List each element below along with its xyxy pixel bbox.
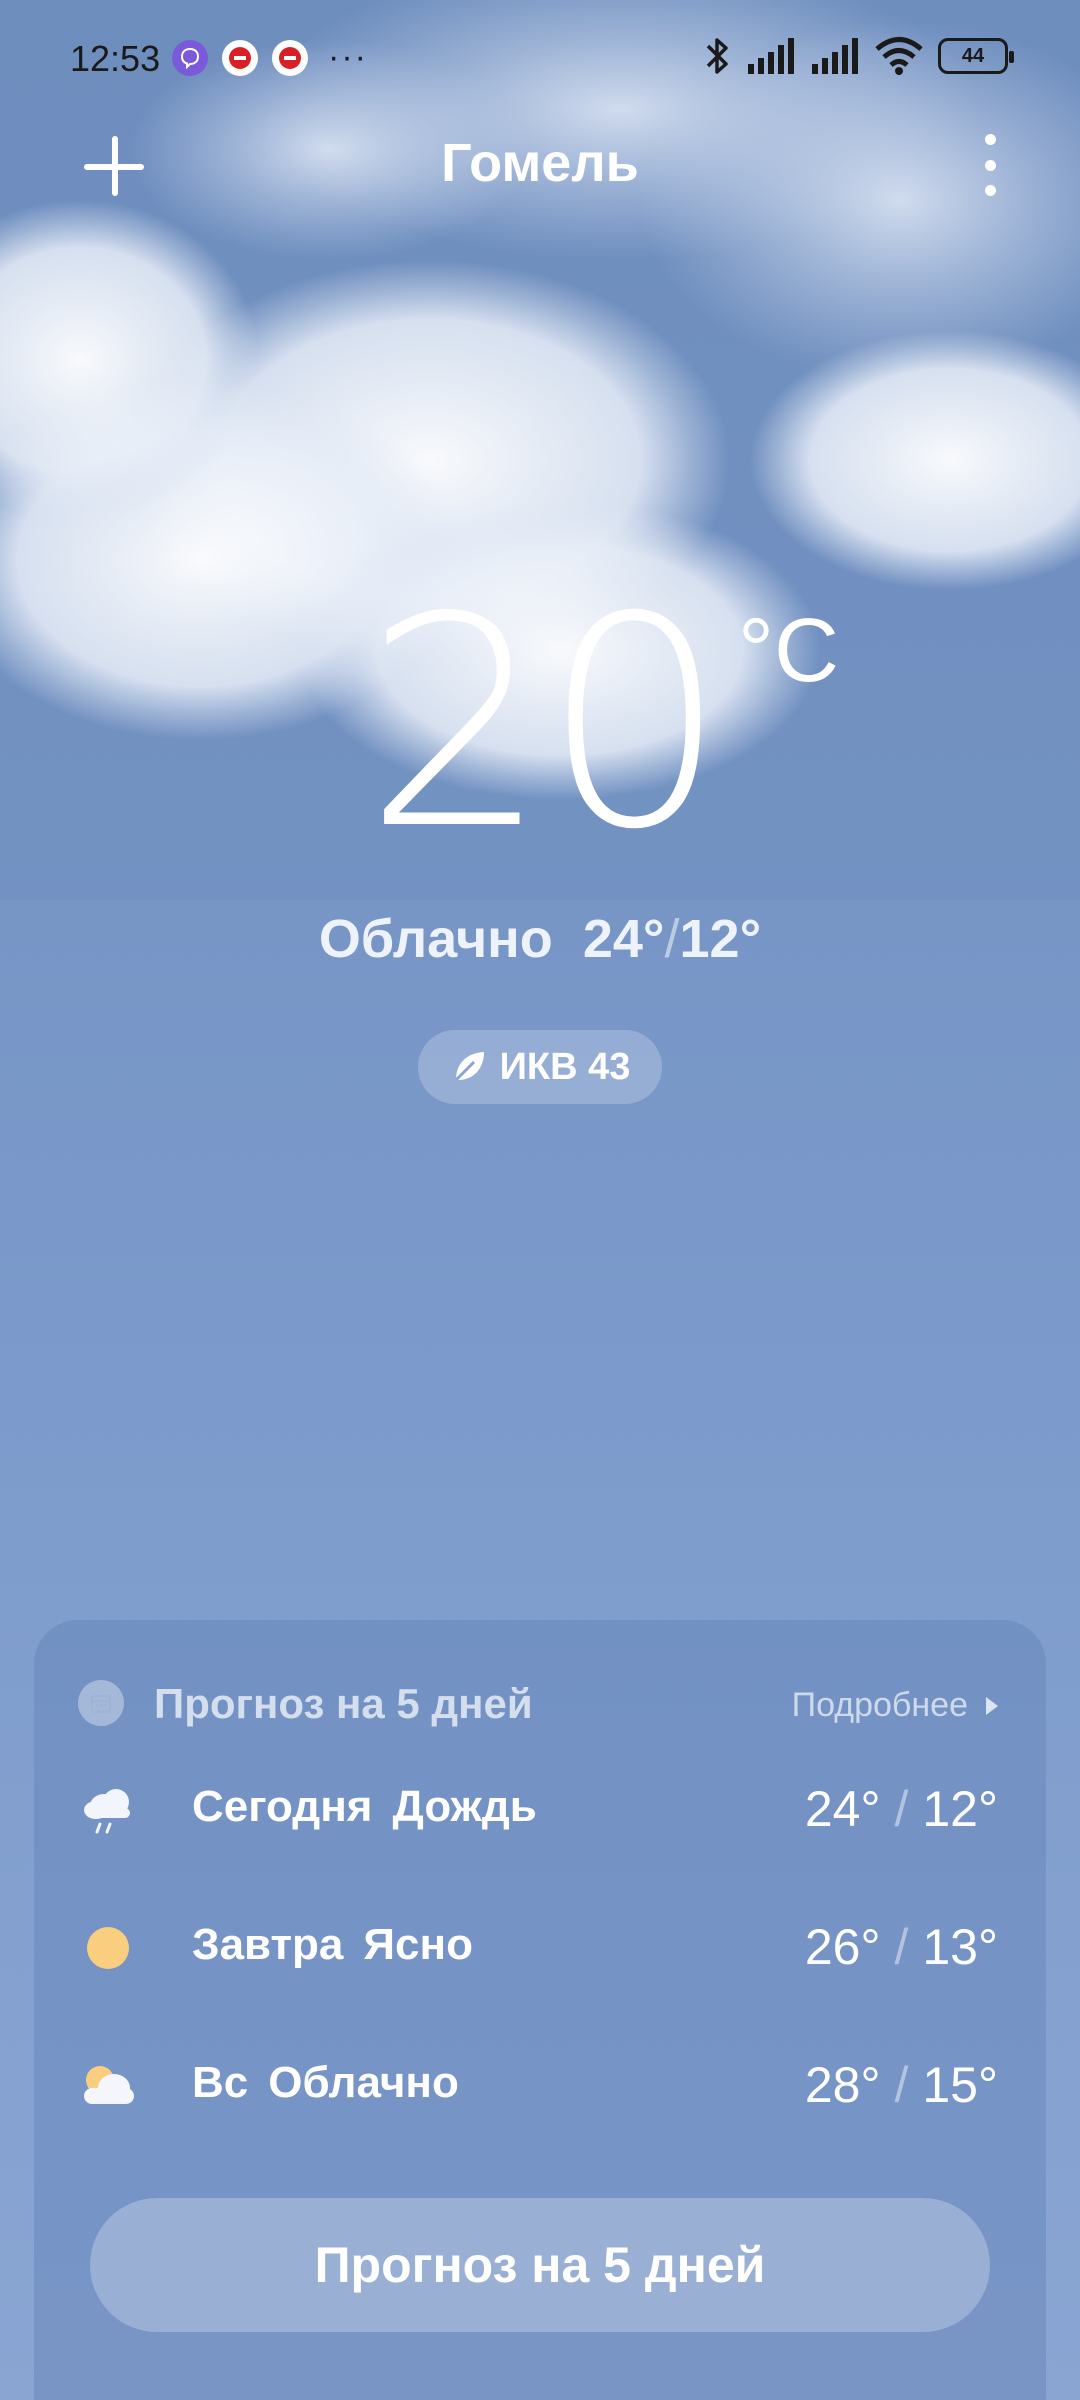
battery-icon: 44 bbox=[938, 38, 1014, 74]
forecast-row[interactable]: Завтра Ясно 26°/13° bbox=[78, 1908, 998, 1988]
aqi-label: ИКВ 43 bbox=[499, 1045, 631, 1088]
forecast-card: Прогноз на 5 дней Подробнее Сегодня Дождь… bbox=[34, 1620, 1046, 2400]
forecast-day-label: Сегодня Дождь bbox=[192, 1782, 537, 1831]
system-icons: 44 bbox=[702, 34, 1014, 78]
condition-text: Облачно bbox=[318, 909, 553, 969]
viber-icon bbox=[172, 39, 208, 76]
forecast-temps: 26°/13° bbox=[804, 1919, 998, 1975]
more-options-button[interactable] bbox=[960, 126, 1020, 204]
forecast-title: Прогноз на 5 дней bbox=[154, 1680, 533, 1727]
sun-icon bbox=[87, 1927, 129, 1969]
status-time: 12:53 bbox=[70, 38, 161, 79]
more-label: Подробнее bbox=[791, 1686, 968, 1724]
forecast-temps: 28°/15° bbox=[804, 2057, 998, 2113]
forecast-temps: 24°/12° bbox=[804, 1781, 998, 1837]
more-notifications-icon: ··· bbox=[328, 38, 368, 76]
rain-icon bbox=[84, 1789, 130, 1834]
separator: / bbox=[664, 909, 680, 969]
leaf-icon bbox=[454, 1052, 484, 1082]
chevron-right-icon bbox=[986, 1696, 998, 1715]
temperature-value: 20 bbox=[364, 556, 727, 893]
signal-icon bbox=[748, 38, 794, 74]
calendar-icon bbox=[78, 1680, 124, 1726]
forecast-row[interactable]: Вс Облачно 28°/15° bbox=[78, 2046, 998, 2126]
top-bar: Гомель bbox=[0, 120, 1080, 210]
dnd-notification-icon bbox=[222, 39, 258, 76]
current-condition: Облачно 24°/12° bbox=[0, 908, 1080, 970]
partly-cloudy-icon bbox=[84, 2066, 134, 2104]
forecast-day-label: Завтра Ясно bbox=[192, 1920, 473, 1969]
temperature-unit: °C bbox=[738, 601, 839, 701]
five-day-forecast-button[interactable]: Прогноз на 5 дней bbox=[90, 2198, 990, 2332]
notification-icons: ··· bbox=[172, 38, 368, 77]
bluetooth-icon bbox=[706, 38, 728, 74]
forecast-more-link[interactable]: Подробнее bbox=[792, 1686, 998, 1725]
city-title: Гомель bbox=[441, 133, 639, 193]
status-bar: 12:53 ··· 44 bbox=[0, 0, 1080, 120]
forecast-header: Прогноз на 5 дней Подробнее bbox=[78, 1672, 998, 1732]
aqi-badge[interactable]: ИКВ 43 bbox=[418, 1030, 662, 1104]
dnd-notification-icon-2 bbox=[272, 39, 308, 76]
forecast-day-label: Вс Облачно bbox=[192, 2058, 459, 2107]
signal-icon-2 bbox=[812, 38, 858, 74]
low-temp: 12° bbox=[679, 909, 762, 969]
high-temp: 24° bbox=[582, 909, 665, 969]
current-temperature: 20 °C bbox=[0, 580, 1080, 880]
forecast-row[interactable]: Сегодня Дождь 24°/12° bbox=[78, 1770, 998, 1850]
wifi-icon bbox=[875, 37, 923, 75]
